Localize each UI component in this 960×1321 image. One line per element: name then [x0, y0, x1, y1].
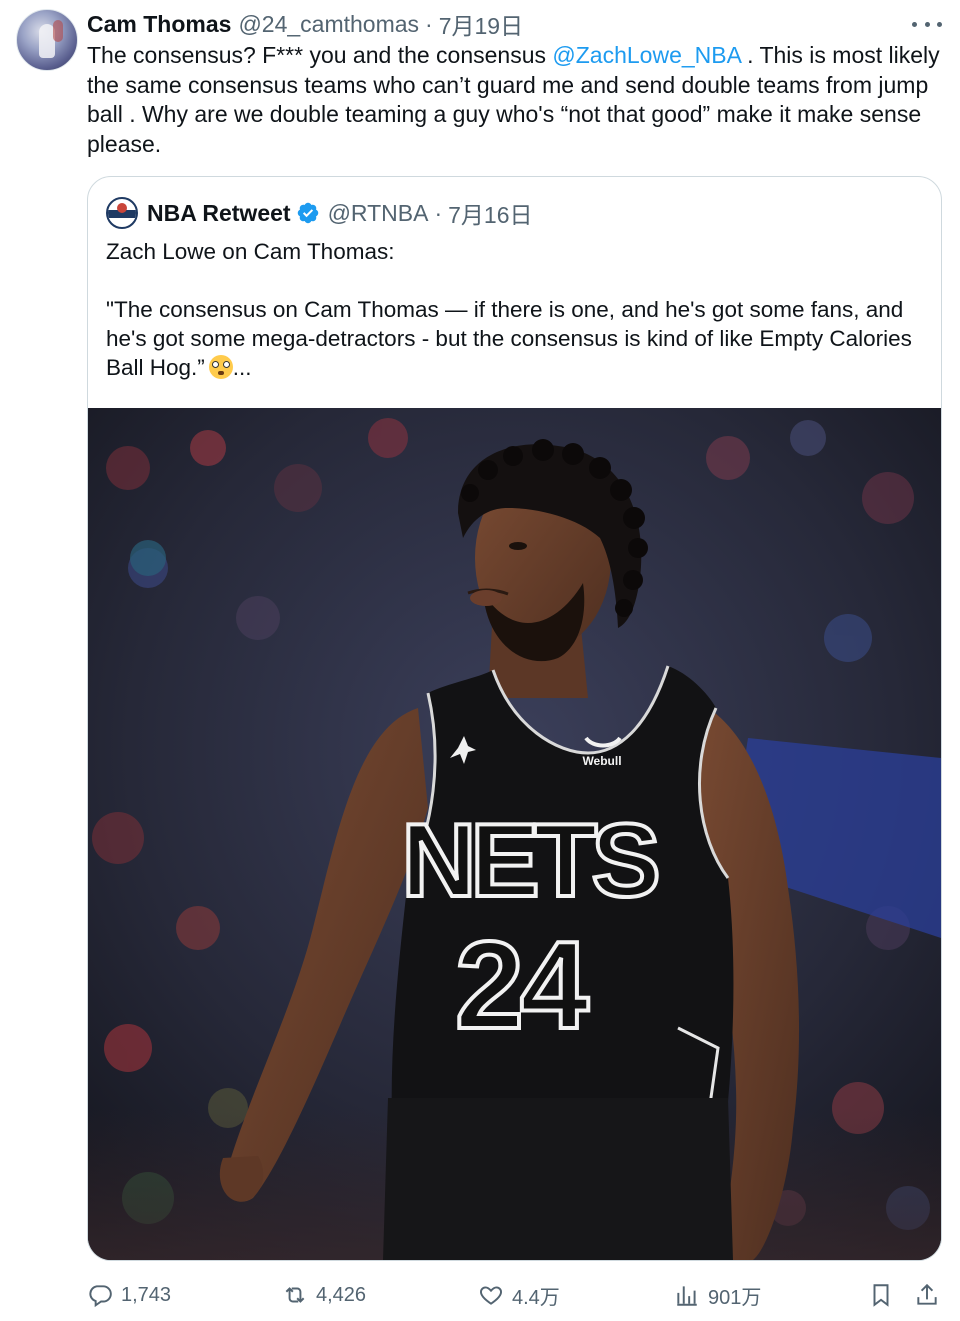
tweet-text: The consensus? F*** you and the consensu…: [87, 41, 947, 159]
header-separator: ·: [425, 10, 433, 37]
bookmark-button[interactable]: [868, 1276, 894, 1314]
quoted-tweet-media[interactable]: NETS 24 Webull: [88, 408, 941, 1260]
avatar-figure-accent: [53, 20, 63, 42]
author-display-name[interactable]: Cam Thomas: [87, 11, 231, 38]
more-dot: [937, 21, 942, 27]
like-button[interactable]: 4.4万: [478, 1276, 560, 1314]
heart-icon: [480, 1286, 502, 1305]
retweet-count: 4,426: [316, 1283, 367, 1306]
like-count: 4.4万: [512, 1286, 560, 1309]
reply-icon: [89, 1285, 112, 1308]
quoted-header-separator: ·: [434, 199, 443, 226]
author-avatar[interactable]: [16, 9, 78, 71]
quoted-tweet-header: NBA Retweet @RTNBA · 7月16日: [106, 197, 533, 229]
quoted-text-line1: Zach Lowe on Cam Thomas:: [106, 239, 395, 264]
quoted-text-ellipsis: ...: [232, 355, 252, 380]
jersey-sponsor-text: Webull: [582, 754, 621, 768]
retweet-button[interactable]: 4,426: [282, 1276, 366, 1314]
more-icon[interactable]: [912, 14, 942, 34]
tweet-text-part1: The consensus? F*** you and the consensu…: [87, 42, 553, 68]
bookmark-icon: [873, 1284, 889, 1307]
player-photo: NETS 24 Webull: [88, 408, 941, 1260]
tweet-header: Cam Thomas @24_camthomas · 7月19日: [87, 7, 523, 41]
quoted-text-paragraph: "The consensus on Cam Thomas — if there …: [106, 295, 926, 382]
tweet[interactable]: Cam Thomas @24_camthomas · 7月19日 The con…: [0, 0, 960, 1321]
quoted-tweet-date[interactable]: 7月16日: [448, 196, 532, 230]
tweet-date[interactable]: 7月19日: [439, 7, 523, 41]
avatar-logo-ball: [117, 203, 127, 213]
verified-badge-icon: [297, 202, 318, 224]
jersey-number-text: 24: [455, 917, 589, 1055]
more-dot: [912, 21, 917, 27]
share-button[interactable]: [914, 1276, 940, 1314]
jersey-team-text: NETS: [401, 803, 657, 919]
tweet-actions-bar: 1,743 4,426 4.4万 901万: [0, 1276, 960, 1314]
quoted-tweet-text: Zach Lowe on Cam Thomas: "The consensus …: [106, 237, 926, 382]
reply-button[interactable]: 1,743: [87, 1276, 171, 1314]
quoted-tweet[interactable]: NBA Retweet @RTNBA · 7月16日 Zach Lowe on …: [87, 176, 942, 1261]
retweet-icon: [285, 1287, 305, 1303]
author-handle[interactable]: @24_camthomas: [238, 11, 419, 38]
mention-link[interactable]: @ZachLowe_NBA: [552, 42, 740, 68]
share-icon: [917, 1283, 937, 1305]
reply-count: 1,743: [121, 1283, 172, 1306]
flushed-face-icon: [208, 355, 233, 379]
quoted-author-handle[interactable]: @RTNBA: [328, 200, 429, 227]
views-count: 901万: [708, 1286, 762, 1309]
more-dot: [924, 21, 930, 27]
views-button[interactable]: 901万: [674, 1276, 761, 1314]
views-chart-icon: [677, 1286, 697, 1306]
quoted-author-avatar[interactable]: [106, 197, 138, 229]
quoted-author-display-name[interactable]: NBA Retweet: [147, 200, 291, 227]
